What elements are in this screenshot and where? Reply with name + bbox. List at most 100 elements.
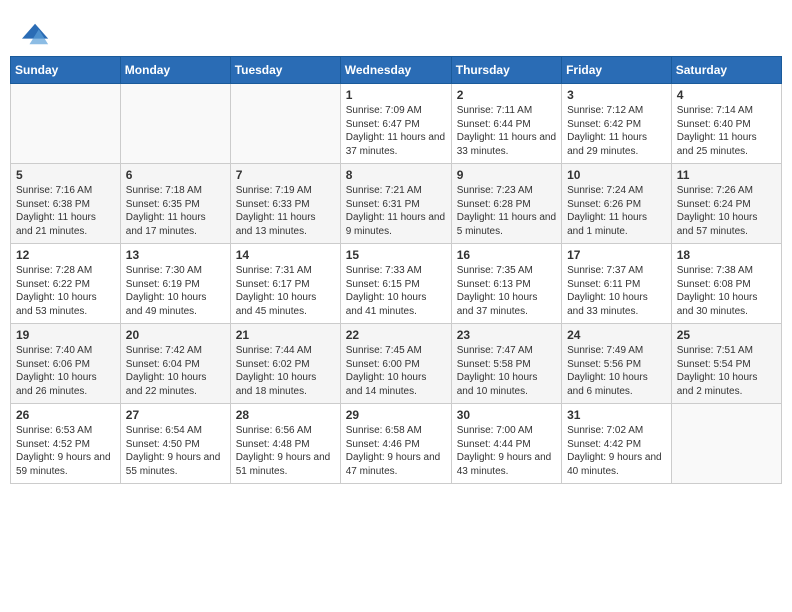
day-number: 7 xyxy=(236,168,335,182)
day-info: Sunrise: 7:44 AM Sunset: 6:02 PM Dayligh… xyxy=(236,344,335,398)
calendar-cell: 6 Sunrise: 7:18 AM Sunset: 6:35 PM Daylig… xyxy=(120,164,230,244)
day-info: Sunrise: 6:56 AM Sunset: 4:48 PM Dayligh… xyxy=(236,424,335,478)
calendar-cell: 30 Sunrise: 7:00 AM Sunset: 4:44 PM Dayli… xyxy=(451,404,561,484)
calendar-cell: 13 Sunrise: 7:30 AM Sunset: 6:19 PM Dayli… xyxy=(120,244,230,324)
calendar-cell: 8 Sunrise: 7:21 AM Sunset: 6:31 PM Daylig… xyxy=(340,164,451,244)
day-number: 5 xyxy=(16,168,115,182)
day-number: 22 xyxy=(346,328,446,342)
calendar-week-5: 26 Sunrise: 6:53 AM Sunset: 4:52 PM Dayli… xyxy=(11,404,782,484)
weekday-wednesday: Wednesday xyxy=(340,57,451,84)
weekday-header-row: SundayMondayTuesdayWednesdayThursdayFrid… xyxy=(11,57,782,84)
calendar-cell: 31Sunrise: 7:02 AM Sunset: 4:42 PM Dayli… xyxy=(562,404,672,484)
day-info: Sunrise: 7:51 AM Sunset: 5:54 PM Dayligh… xyxy=(677,344,776,398)
calendar-cell: 27 Sunrise: 6:54 AM Sunset: 4:50 PM Dayli… xyxy=(120,404,230,484)
day-info: Sunrise: 7:38 AM Sunset: 6:08 PM Dayligh… xyxy=(677,264,776,318)
day-number: 25 xyxy=(677,328,776,342)
day-info: Sunrise: 7:11 AM Sunset: 6:44 PM Dayligh… xyxy=(457,104,556,158)
day-number: 9 xyxy=(457,168,556,182)
day-number: 8 xyxy=(346,168,446,182)
calendar-body: 1 Sunrise: 7:09 AM Sunset: 6:47 PM Daylig… xyxy=(11,84,782,484)
calendar-cell: 9 Sunrise: 7:23 AM Sunset: 6:28 PM Daylig… xyxy=(451,164,561,244)
day-info: Sunrise: 7:40 AM Sunset: 6:06 PM Dayligh… xyxy=(16,344,115,398)
day-info: Sunrise: 7:31 AM Sunset: 6:17 PM Dayligh… xyxy=(236,264,335,318)
day-info: Sunrise: 6:53 AM Sunset: 4:52 PM Dayligh… xyxy=(16,424,115,478)
calendar-cell: 10 Sunrise: 7:24 AM Sunset: 6:26 PM Dayli… xyxy=(562,164,672,244)
day-number: 6 xyxy=(126,168,225,182)
day-number: 14 xyxy=(236,248,335,262)
day-number: 29 xyxy=(346,408,446,422)
calendar-cell: 2Sunrise: 7:11 AM Sunset: 6:44 PM Daylig… xyxy=(451,84,561,164)
calendar-cell: 4Sunrise: 7:14 AM Sunset: 6:40 PM Daylig… xyxy=(671,84,781,164)
calendar-cell: 29 Sunrise: 6:58 AM Sunset: 4:46 PM Dayli… xyxy=(340,404,451,484)
day-info: Sunrise: 7:09 AM Sunset: 6:47 PM Dayligh… xyxy=(346,104,446,158)
day-number: 20 xyxy=(126,328,225,342)
day-info: Sunrise: 7:23 AM Sunset: 6:28 PM Dayligh… xyxy=(457,184,556,238)
calendar-cell: 3Sunrise: 7:12 AM Sunset: 6:42 PM Daylig… xyxy=(562,84,672,164)
calendar-cell: 12 Sunrise: 7:28 AM Sunset: 6:22 PM Dayli… xyxy=(11,244,121,324)
weekday-thursday: Thursday xyxy=(451,57,561,84)
day-info: Sunrise: 6:58 AM Sunset: 4:46 PM Dayligh… xyxy=(346,424,446,478)
weekday-friday: Friday xyxy=(562,57,672,84)
day-number: 16 xyxy=(457,248,556,262)
day-info: Sunrise: 7:12 AM Sunset: 6:42 PM Dayligh… xyxy=(567,104,666,158)
calendar-cell: 28 Sunrise: 6:56 AM Sunset: 4:48 PM Dayli… xyxy=(230,404,340,484)
day-number: 11 xyxy=(677,168,776,182)
calendar-table: SundayMondayTuesdayWednesdayThursdayFrid… xyxy=(10,56,782,484)
calendar-cell: 1 Sunrise: 7:09 AM Sunset: 6:47 PM Daylig… xyxy=(340,84,451,164)
day-number: 1 xyxy=(346,88,446,102)
calendar-header: SundayMondayTuesdayWednesdayThursdayFrid… xyxy=(11,57,782,84)
calendar-cell: 11 Sunrise: 7:26 AM Sunset: 6:24 PM Dayli… xyxy=(671,164,781,244)
weekday-tuesday: Tuesday xyxy=(230,57,340,84)
logo xyxy=(20,20,50,44)
calendar-week-4: 19Sunrise: 7:40 AM Sunset: 6:06 PM Dayli… xyxy=(11,324,782,404)
calendar-cell: 14 Sunrise: 7:31 AM Sunset: 6:17 PM Dayli… xyxy=(230,244,340,324)
calendar-cell: 15Sunrise: 7:33 AM Sunset: 6:15 PM Dayli… xyxy=(340,244,451,324)
weekday-sunday: Sunday xyxy=(11,57,121,84)
calendar-week-2: 5 Sunrise: 7:16 AM Sunset: 6:38 PM Daylig… xyxy=(11,164,782,244)
calendar-cell: 18 Sunrise: 7:38 AM Sunset: 6:08 PM Dayli… xyxy=(671,244,781,324)
calendar-cell xyxy=(671,404,781,484)
day-info: Sunrise: 7:26 AM Sunset: 6:24 PM Dayligh… xyxy=(677,184,776,238)
calendar-cell: 5 Sunrise: 7:16 AM Sunset: 6:38 PM Daylig… xyxy=(11,164,121,244)
day-info: Sunrise: 7:21 AM Sunset: 6:31 PM Dayligh… xyxy=(346,184,446,238)
logo-icon xyxy=(22,20,50,48)
day-info: Sunrise: 7:19 AM Sunset: 6:33 PM Dayligh… xyxy=(236,184,335,238)
day-number: 23 xyxy=(457,328,556,342)
day-number: 12 xyxy=(16,248,115,262)
day-number: 18 xyxy=(677,248,776,262)
calendar-cell: 17Sunrise: 7:37 AM Sunset: 6:11 PM Dayli… xyxy=(562,244,672,324)
calendar-week-1: 1 Sunrise: 7:09 AM Sunset: 6:47 PM Daylig… xyxy=(11,84,782,164)
calendar-cell: 24 Sunrise: 7:49 AM Sunset: 5:56 PM Dayli… xyxy=(562,324,672,404)
calendar-cell: 16Sunrise: 7:35 AM Sunset: 6:13 PM Dayli… xyxy=(451,244,561,324)
day-number: 24 xyxy=(567,328,666,342)
day-info: Sunrise: 7:30 AM Sunset: 6:19 PM Dayligh… xyxy=(126,264,225,318)
weekday-monday: Monday xyxy=(120,57,230,84)
day-info: Sunrise: 7:24 AM Sunset: 6:26 PM Dayligh… xyxy=(567,184,666,238)
day-number: 17 xyxy=(567,248,666,262)
calendar-cell: 26 Sunrise: 6:53 AM Sunset: 4:52 PM Dayli… xyxy=(11,404,121,484)
weekday-saturday: Saturday xyxy=(671,57,781,84)
day-number: 21 xyxy=(236,328,335,342)
day-info: Sunrise: 6:54 AM Sunset: 4:50 PM Dayligh… xyxy=(126,424,225,478)
day-info: Sunrise: 7:16 AM Sunset: 6:38 PM Dayligh… xyxy=(16,184,115,238)
day-info: Sunrise: 7:00 AM Sunset: 4:44 PM Dayligh… xyxy=(457,424,556,478)
day-info: Sunrise: 7:28 AM Sunset: 6:22 PM Dayligh… xyxy=(16,264,115,318)
calendar-cell xyxy=(11,84,121,164)
day-number: 13 xyxy=(126,248,225,262)
calendar-cell: 23 Sunrise: 7:47 AM Sunset: 5:58 PM Dayli… xyxy=(451,324,561,404)
day-info: Sunrise: 7:49 AM Sunset: 5:56 PM Dayligh… xyxy=(567,344,666,398)
day-number: 26 xyxy=(16,408,115,422)
calendar-cell: 21 Sunrise: 7:44 AM Sunset: 6:02 PM Dayli… xyxy=(230,324,340,404)
calendar-cell: 20 Sunrise: 7:42 AM Sunset: 6:04 PM Dayli… xyxy=(120,324,230,404)
day-number: 28 xyxy=(236,408,335,422)
calendar-cell: 7 Sunrise: 7:19 AM Sunset: 6:33 PM Daylig… xyxy=(230,164,340,244)
calendar-cell xyxy=(120,84,230,164)
calendar-cell: 22Sunrise: 7:45 AM Sunset: 6:00 PM Dayli… xyxy=(340,324,451,404)
day-number: 10 xyxy=(567,168,666,182)
day-info: Sunrise: 7:18 AM Sunset: 6:35 PM Dayligh… xyxy=(126,184,225,238)
day-number: 30 xyxy=(457,408,556,422)
calendar-cell: 19Sunrise: 7:40 AM Sunset: 6:06 PM Dayli… xyxy=(11,324,121,404)
day-info: Sunrise: 7:47 AM Sunset: 5:58 PM Dayligh… xyxy=(457,344,556,398)
day-number: 27 xyxy=(126,408,225,422)
day-info: Sunrise: 7:42 AM Sunset: 6:04 PM Dayligh… xyxy=(126,344,225,398)
